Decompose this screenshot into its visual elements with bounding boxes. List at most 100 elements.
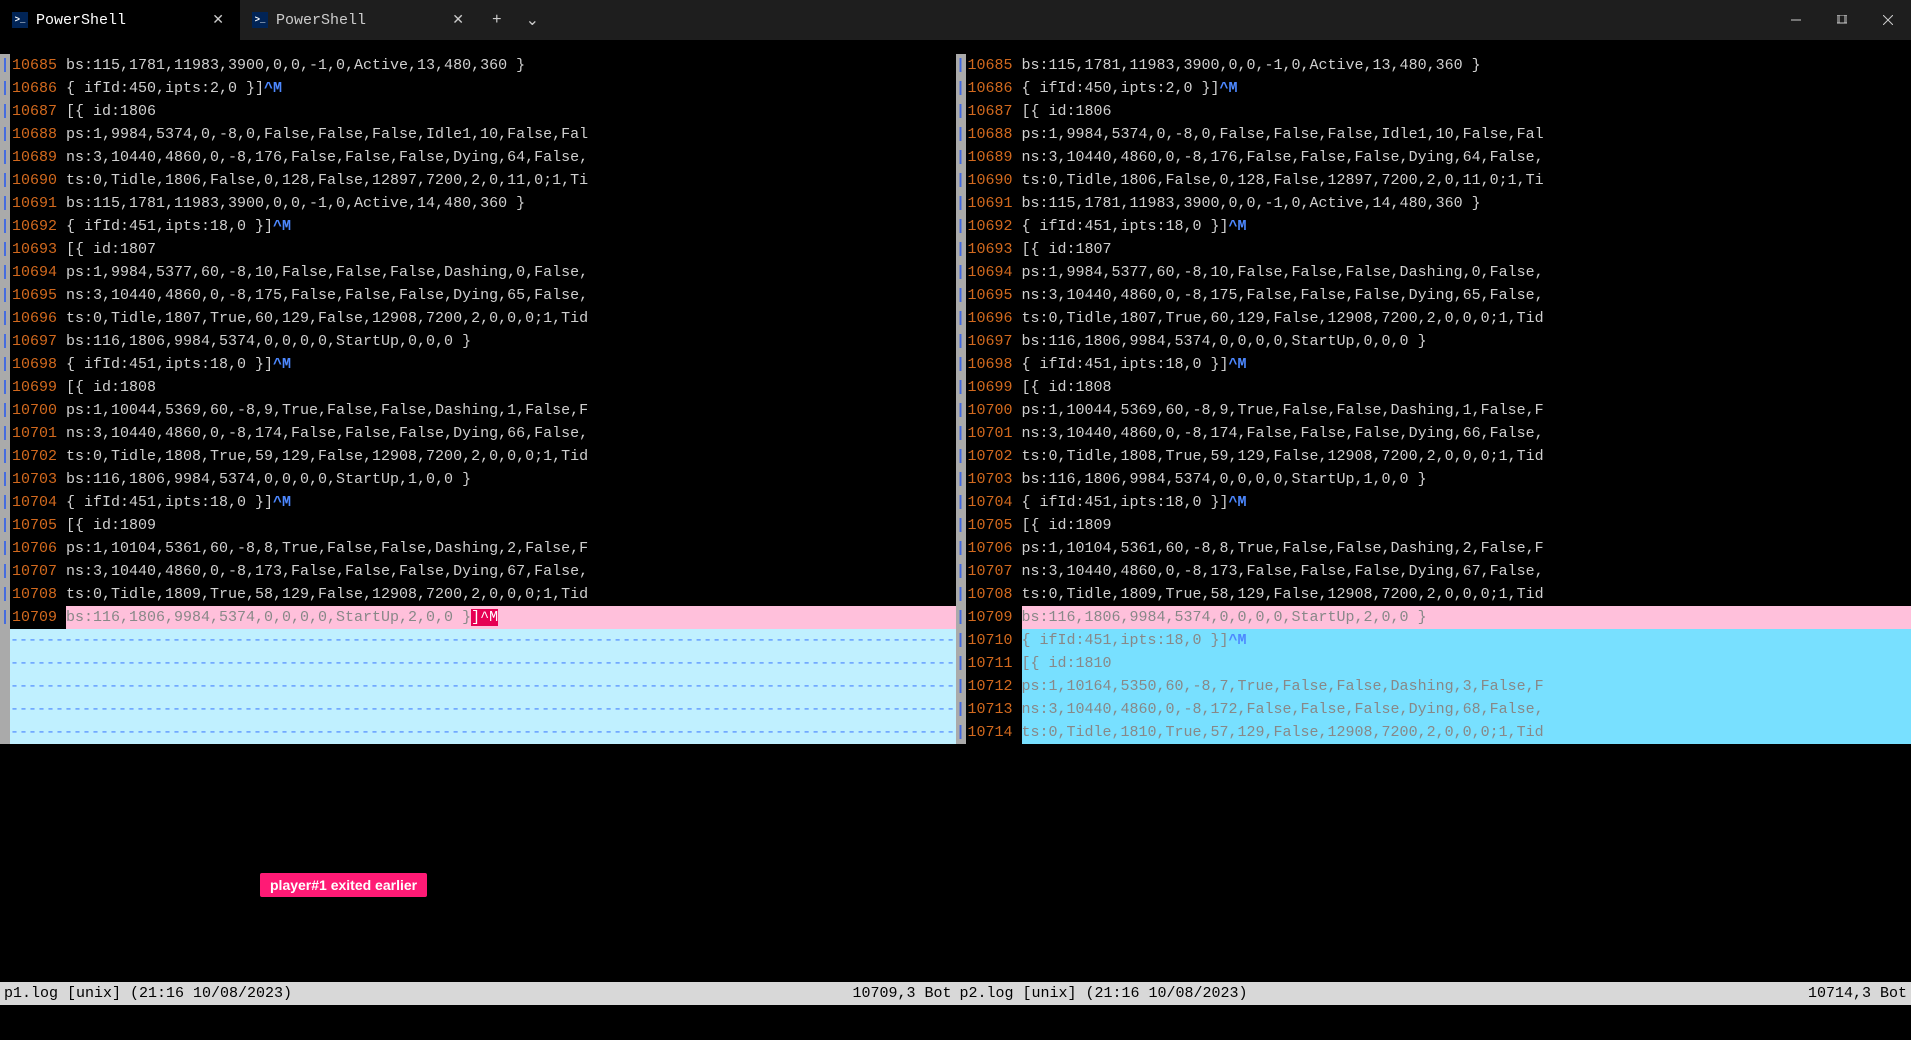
log-line: |10707ns:3,10440,4860,0,-8,173,False,Fal… <box>0 560 956 583</box>
titlebar: >_ PowerShell ✕ >_ PowerShell ✕ + ⌄ <box>0 0 1911 40</box>
close-button[interactable] <box>1865 0 1911 40</box>
sign-column: | <box>0 468 10 491</box>
sign-column: | <box>0 284 10 307</box>
close-icon[interactable]: ✕ <box>446 10 470 31</box>
line-number: 10705 <box>10 514 66 537</box>
sign-column: | <box>956 330 966 353</box>
line-number: 10692 <box>10 215 66 238</box>
log-line: |10693[{ id:1807 <box>956 238 1911 261</box>
filler-text: ----------------------------------------… <box>10 629 956 652</box>
log-line: |10706ps:1,10104,5361,60,-8,8,True,False… <box>956 537 1911 560</box>
sign-column: | <box>956 629 966 652</box>
diff-filler: ----------------------------------------… <box>0 629 956 652</box>
maximize-button[interactable] <box>1819 0 1865 40</box>
sign-column: | <box>956 560 966 583</box>
sign-column: | <box>956 721 966 744</box>
line-number: 10703 <box>10 468 66 491</box>
log-text: { ifId:450,ipts:2,0 }]^M <box>66 77 956 100</box>
log-text: { ifId:451,ipts:18,0 }]^M <box>66 215 956 238</box>
sign-column <box>0 675 10 698</box>
line-number: 10713 <box>966 698 1022 721</box>
log-text: [{ id:1810 <box>1022 652 1911 675</box>
new-tab-button[interactable]: + <box>480 0 514 40</box>
log-line: |10708ts:0,Tidle,1809,True,58,129,False,… <box>0 583 956 606</box>
log-line: |10694ps:1,9984,5377,60,-8,10,False,Fals… <box>0 261 956 284</box>
sign-column: | <box>0 353 10 376</box>
log-line: |10686{ ifId:450,ipts:2,0 }]^M <box>0 77 956 100</box>
sign-column: | <box>0 261 10 284</box>
line-number: 10701 <box>10 422 66 445</box>
log-line: |10704{ ifId:451,ipts:18,0 }]^M <box>956 491 1911 514</box>
log-line: |10693[{ id:1807 <box>0 238 956 261</box>
line-number: 10688 <box>966 123 1022 146</box>
sign-column: | <box>0 445 10 468</box>
terminal-area[interactable]: |10685bs:115,1781,11983,3900,0,0,-1,0,Ac… <box>0 40 1911 1005</box>
sign-column: | <box>956 468 966 491</box>
line-number: 10690 <box>10 169 66 192</box>
sign-column: | <box>956 261 966 284</box>
sign-column: | <box>956 54 966 77</box>
log-line: |10705[{ id:1809 <box>956 514 1911 537</box>
diff-filler: ----------------------------------------… <box>0 652 956 675</box>
log-line: |10695ns:3,10440,4860,0,-8,175,False,Fal… <box>956 284 1911 307</box>
log-text: { ifId:451,ipts:18,0 }]^M <box>1022 215 1911 238</box>
log-text: ns:3,10440,4860,0,-8,175,False,False,Fal… <box>1022 284 1911 307</box>
filler-text: ----------------------------------------… <box>10 698 956 721</box>
log-line: |10699[{ id:1808 <box>956 376 1911 399</box>
log-text: ts:0,Tidle,1810,True,57,129,False,12908,… <box>1022 721 1911 744</box>
log-line: |10696ts:0,Tidle,1807,True,60,129,False,… <box>956 307 1911 330</box>
log-text: ts:0,Tidle,1807,True,60,129,False,12908,… <box>66 307 956 330</box>
log-text: ts:0,Tidle,1808,True,59,129,False,12908,… <box>1022 445 1911 468</box>
log-line: |10706ps:1,10104,5361,60,-8,8,True,False… <box>0 537 956 560</box>
log-text: ts:0,Tidle,1807,True,60,129,False,12908,… <box>1022 307 1911 330</box>
line-number: 10699 <box>10 376 66 399</box>
log-line: |10685bs:115,1781,11983,3900,0,0,-1,0,Ac… <box>956 54 1911 77</box>
log-text: ps:1,9984,5377,60,-8,10,False,False,Fals… <box>66 261 956 284</box>
pane-left[interactable]: |10685bs:115,1781,11983,3900,0,0,-1,0,Ac… <box>0 54 956 1005</box>
sign-column: | <box>0 169 10 192</box>
log-line: |10687[{ id:1806 <box>956 100 1911 123</box>
log-line: |10688ps:1,9984,5374,0,-8,0,False,False,… <box>0 123 956 146</box>
line-number: 10712 <box>966 675 1022 698</box>
line-number: 10695 <box>10 284 66 307</box>
log-line: |10694ps:1,9984,5377,60,-8,10,False,Fals… <box>956 261 1911 284</box>
line-number: 10687 <box>966 100 1022 123</box>
sign-column: | <box>956 238 966 261</box>
log-text: { ifId:451,ipts:18,0 }]^M <box>66 491 956 514</box>
annotation-callout: player#1 exited earlier <box>260 873 427 897</box>
close-icon[interactable]: ✕ <box>206 10 230 31</box>
diff-filler: ----------------------------------------… <box>0 698 956 721</box>
sign-column <box>0 698 10 721</box>
log-line: |10696ts:0,Tidle,1807,True,60,129,False,… <box>0 307 956 330</box>
tab-powershell-2[interactable]: >_ PowerShell ✕ <box>240 0 480 40</box>
log-line: |10698{ ifId:451,ipts:18,0 }]^M <box>956 353 1911 376</box>
sign-column: | <box>956 675 966 698</box>
line-number: 10685 <box>966 54 1022 77</box>
line-number: 10702 <box>10 445 66 468</box>
line-number: 10697 <box>966 330 1022 353</box>
sign-column: | <box>956 77 966 100</box>
tab-dropdown-button[interactable]: ⌄ <box>514 0 551 40</box>
line-number: 10697 <box>10 330 66 353</box>
sign-column: | <box>956 284 966 307</box>
log-line: |10692{ ifId:451,ipts:18,0 }]^M <box>956 215 1911 238</box>
filler-text: ----------------------------------------… <box>10 721 956 744</box>
log-text: ts:0,Tidle,1806,False,0,128,False,12897,… <box>66 169 956 192</box>
log-text: ts:0,Tidle,1809,True,58,129,False,12908,… <box>1022 583 1911 606</box>
tab-powershell-1[interactable]: >_ PowerShell ✕ <box>0 0 240 40</box>
minimize-button[interactable] <box>1773 0 1819 40</box>
line-number: 10691 <box>966 192 1022 215</box>
status-filename: p1.log [unix] (21:16 10/08/2023) <box>4 982 292 1005</box>
sign-column: | <box>956 123 966 146</box>
status-position: 10709,3 Bot <box>852 982 951 1005</box>
log-line: |10697bs:116,1806,9984,5374,0,0,0,0,Star… <box>0 330 956 353</box>
log-text: { ifId:451,ipts:18,0 }]^M <box>66 353 956 376</box>
line-number: 10693 <box>966 238 1022 261</box>
pane-right[interactable]: |10685bs:115,1781,11983,3900,0,0,-1,0,Ac… <box>956 54 1911 1005</box>
sign-column: | <box>956 445 966 468</box>
line-number: 10706 <box>10 537 66 560</box>
line-number: 10698 <box>966 353 1022 376</box>
diff-filler: ----------------------------------------… <box>0 675 956 698</box>
log-text: ps:1,10104,5361,60,-8,8,True,False,False… <box>66 537 956 560</box>
sign-column: | <box>0 330 10 353</box>
